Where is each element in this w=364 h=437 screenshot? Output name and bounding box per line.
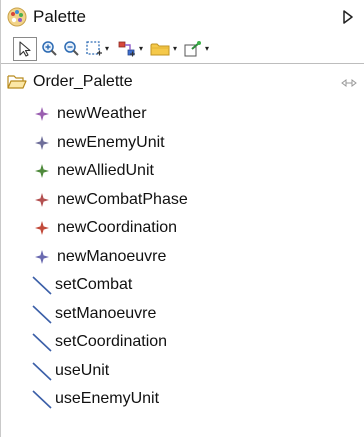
palette-entry-newCoordination[interactable]: newCoordination <box>1 214 364 242</box>
entry-label: newAlliedUnit <box>57 162 154 179</box>
pin-dropdown-arrow[interactable]: ▾ <box>203 38 211 60</box>
zoom-in-icon <box>42 40 57 56</box>
entry-label: useEnemyUnit <box>55 390 160 407</box>
diamond-star-icon <box>35 221 49 235</box>
entry-label: setManoeuvre <box>55 304 157 322</box>
entry-label: useUnit <box>55 361 110 379</box>
palette-header: Palette <box>1 0 364 34</box>
triangle-right-icon[interactable] <box>341 8 355 26</box>
palette-toolbar: ▾ ▾ ▾ ▾ <box>1 34 364 64</box>
diamond-star-icon <box>35 192 49 207</box>
diamond-star-icon <box>35 164 49 178</box>
palette-entry-setCoordination[interactable]: setCoordination <box>1 328 364 356</box>
palette-entry-setManoeuvre[interactable]: setManoeuvre <box>1 300 364 328</box>
palette-icon <box>7 7 27 27</box>
marquee-icon <box>86 40 102 55</box>
entry-label: newCoordination <box>57 219 178 236</box>
palette-entry-newCombatPhase[interactable]: newCombatPhase <box>1 186 364 214</box>
connection-tool-button[interactable] <box>117 38 137 60</box>
pin-tool-button[interactable] <box>183 38 203 60</box>
entry-label: newWeather <box>57 105 147 122</box>
diagonal-line-icon <box>31 274 53 296</box>
zoom-out-tool-button[interactable] <box>63 38 81 60</box>
select-tool-button[interactable] <box>13 36 37 61</box>
entry-label: setCoordination <box>55 333 168 350</box>
diamond-star-icon <box>35 135 49 150</box>
palette-entry-newWeather[interactable]: newWeather <box>1 100 364 128</box>
pin-icon[interactable] <box>341 76 357 88</box>
diamond-star-icon <box>35 249 49 264</box>
entry-label: setCombat <box>55 276 133 293</box>
pointer-icon <box>19 40 31 57</box>
palette-title: Palette <box>33 7 86 26</box>
entry-label: newManoeuvre <box>57 247 167 265</box>
marquee-dropdown-arrow[interactable]: ▾ <box>103 38 111 60</box>
diagonal-line-icon <box>31 388 53 410</box>
folder-tool-button[interactable] <box>149 38 171 60</box>
palette-entry-newEnemyUnit[interactable]: newEnemyUnit <box>1 129 364 157</box>
drawer-order-palette[interactable]: Order_Palette <box>1 68 364 96</box>
folder-icon <box>150 43 170 55</box>
note-pin-icon <box>184 40 201 56</box>
open-folder-icon <box>7 74 27 90</box>
palette-entry-newAlliedUnit[interactable]: newAlliedUnit <box>1 157 364 185</box>
entry-label: newEnemyUnit <box>57 133 165 151</box>
diagonal-line-icon <box>31 303 53 325</box>
zoom-in-tool-button[interactable] <box>41 38 59 60</box>
connection-dropdown-arrow[interactable]: ▾ <box>137 38 145 60</box>
zoom-out-icon <box>64 40 79 56</box>
connection-icon <box>118 41 135 56</box>
diamond-star-icon <box>35 107 49 121</box>
entry-label: newCombatPhase <box>57 190 188 208</box>
palette-entry-useEnemyUnit[interactable]: useEnemyUnit <box>1 385 364 413</box>
diagonal-line-icon <box>31 360 53 382</box>
diagonal-line-icon <box>31 331 53 353</box>
palette-entry-newManoeuvre[interactable]: newManoeuvre <box>1 243 364 271</box>
marquee-tool-button[interactable] <box>85 38 103 60</box>
palette-entry-useUnit[interactable]: useUnit <box>1 357 364 385</box>
palette-entry-setCombat[interactable]: setCombat <box>1 271 364 299</box>
folder-dropdown-arrow[interactable]: ▾ <box>171 38 179 60</box>
drawer-label: Order_Palette <box>33 73 133 90</box>
palette-view: Palette ▾ ▾ ▾ ▾ Order_Palette newWeather… <box>0 0 364 437</box>
